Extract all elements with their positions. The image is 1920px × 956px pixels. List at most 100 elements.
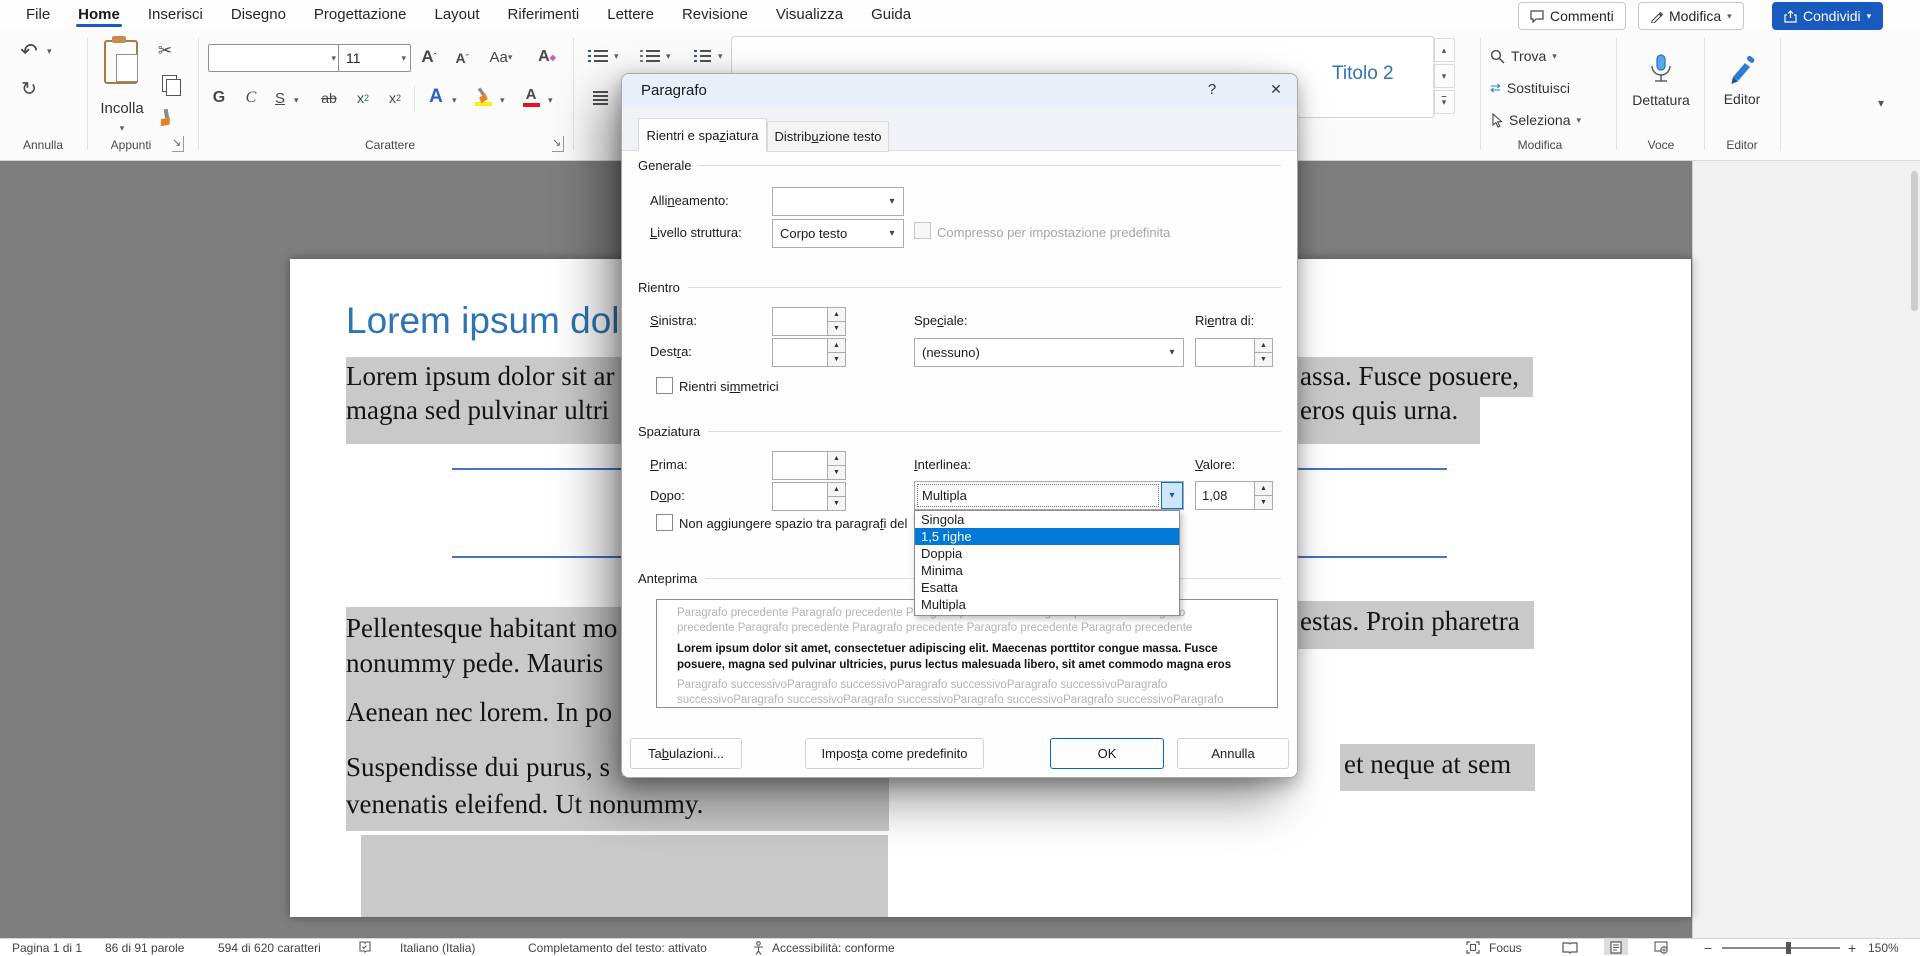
spacing-at-spinner[interactable]: 1,08 ▲▼ bbox=[1195, 481, 1273, 510]
option-esatta[interactable]: Esatta bbox=[915, 579, 1179, 596]
chevron-down-icon[interactable]: ▾ bbox=[500, 96, 505, 105]
edit-mode-button[interactable]: Modifica ▾ bbox=[1638, 2, 1744, 30]
justify-button[interactable] bbox=[588, 86, 612, 110]
text-effects-button[interactable]: A bbox=[422, 84, 450, 110]
chevron-down-icon[interactable]: ▾ bbox=[614, 52, 619, 61]
option-minima[interactable]: Minima bbox=[915, 562, 1179, 579]
dont-add-space-checkbox[interactable] bbox=[656, 514, 673, 531]
spacing-before-spinner[interactable]: ▲▼ bbox=[772, 451, 846, 480]
bullet-list-button[interactable] bbox=[586, 44, 610, 68]
zoom-level[interactable]: 150% bbox=[1868, 940, 1899, 956]
menu-progettazione[interactable]: Progettazione bbox=[300, 0, 421, 27]
spin-up-icon[interactable]: ▲ bbox=[828, 483, 845, 497]
chevron-down-icon[interactable]: ▾ bbox=[881, 220, 903, 247]
format-painter-button[interactable] bbox=[154, 106, 180, 128]
subscript-button[interactable]: x2 bbox=[350, 86, 376, 110]
editor-button[interactable]: Editor bbox=[1712, 38, 1772, 124]
proofing-icon[interactable] bbox=[358, 941, 372, 954]
menu-home[interactable]: Home bbox=[64, 0, 134, 27]
underline-button[interactable]: S bbox=[268, 86, 292, 110]
chevron-down-icon[interactable]: ▾ bbox=[452, 96, 457, 105]
spin-down-icon[interactable]: ▼ bbox=[828, 466, 845, 479]
tab-rientri-e-spaziatura[interactable]: Rientri e spaziatura bbox=[638, 118, 767, 152]
superscript-button[interactable]: x2 bbox=[382, 86, 408, 110]
menu-revisione[interactable]: Revisione bbox=[668, 0, 762, 27]
change-case-button[interactable]: Aa▾ bbox=[482, 44, 520, 70]
italic-button[interactable]: C bbox=[238, 86, 264, 110]
indent-right-spinner[interactable]: ▲▼ bbox=[772, 338, 846, 367]
mirror-indents-checkbox[interactable] bbox=[656, 377, 673, 394]
indent-special-combobox[interactable]: (nessuno) ▾ bbox=[914, 338, 1184, 367]
menu-visualizza[interactable]: Visualizza bbox=[762, 0, 857, 27]
tab-distribuzione-testo[interactable]: Distribuzione testo bbox=[767, 121, 889, 152]
menu-layout[interactable]: Layout bbox=[421, 0, 494, 27]
option-multipla[interactable]: Multipla bbox=[915, 596, 1179, 613]
strikethrough-button[interactable]: ab bbox=[314, 86, 344, 110]
clipboard-dialog-launcher-icon[interactable]: ↘ bbox=[172, 136, 184, 152]
spin-down-icon[interactable]: ▼ bbox=[1255, 353, 1272, 366]
web-layout-button[interactable] bbox=[1654, 941, 1668, 954]
redo-button[interactable]: ↻ bbox=[14, 76, 44, 102]
chevron-down-icon[interactable]: ▾ bbox=[881, 188, 903, 215]
indent-by-spinner[interactable]: ▲▼ bbox=[1195, 338, 1273, 367]
word-count[interactable]: 86 di 91 parole bbox=[105, 940, 184, 956]
comments-button[interactable]: Commenti bbox=[1518, 2, 1626, 30]
spacing-after-spinner[interactable]: ▲▼ bbox=[772, 482, 846, 511]
chevron-down-icon[interactable]: ▾ bbox=[1161, 482, 1183, 509]
tabs-button[interactable]: Tabulazioni... bbox=[630, 738, 742, 769]
language-indicator[interactable]: Italiano (Italia) bbox=[400, 940, 475, 956]
spin-down-icon[interactable]: ▼ bbox=[828, 497, 845, 510]
select-button[interactable]: Seleziona ▾ bbox=[1490, 108, 1610, 132]
indent-left-spinner[interactable]: ▲▼ bbox=[772, 307, 846, 336]
help-button[interactable]: ? bbox=[1200, 81, 1224, 98]
clear-formatting-button[interactable]: A◆ bbox=[532, 44, 562, 70]
vertical-scrollbar[interactable] bbox=[1911, 171, 1918, 311]
zoom-in-button[interactable]: + bbox=[1848, 940, 1856, 956]
bold-button[interactable]: G bbox=[206, 86, 232, 110]
multilevel-list-button[interactable] bbox=[690, 44, 714, 68]
menu-guida[interactable]: Guida bbox=[857, 0, 925, 27]
dictate-button[interactable]: Dettatura bbox=[1626, 38, 1696, 124]
menu-lettere[interactable]: Lettere bbox=[593, 0, 668, 27]
read-mode-button[interactable] bbox=[1562, 941, 1578, 954]
spin-up-icon[interactable]: ▲ bbox=[828, 452, 845, 466]
font-color-button[interactable]: A bbox=[518, 82, 544, 110]
option-doppia[interactable]: Doppia bbox=[915, 545, 1179, 562]
spin-down-icon[interactable]: ▼ bbox=[828, 353, 845, 366]
cancel-button[interactable]: Annulla bbox=[1177, 738, 1289, 769]
zoom-slider-thumb[interactable] bbox=[1786, 942, 1791, 954]
font-size-combobox[interactable]: 11 ▾ bbox=[338, 44, 411, 72]
text-completion-indicator[interactable]: Completamento del testo: attivato bbox=[528, 940, 707, 956]
char-count[interactable]: 594 di 620 caratteri bbox=[218, 940, 321, 956]
styles-more-button[interactable]: ▾ bbox=[1433, 90, 1455, 114]
print-layout-button[interactable] bbox=[1604, 939, 1628, 955]
alignment-combobox[interactable]: ▾ bbox=[772, 187, 904, 216]
shrink-font-button[interactable]: Aˇ bbox=[448, 46, 476, 70]
option-singola[interactable]: Singola bbox=[915, 511, 1179, 528]
numbered-list-button[interactable] bbox=[638, 44, 662, 68]
menu-inserisci[interactable]: Inserisci bbox=[134, 0, 217, 27]
zoom-out-button[interactable]: − bbox=[1704, 940, 1712, 956]
option-1-5-righe[interactable]: 1,5 righe bbox=[915, 528, 1179, 545]
chevron-down-icon[interactable]: ▾ bbox=[666, 52, 671, 61]
chevron-down-icon[interactable]: ▾ bbox=[47, 47, 52, 56]
accessibility-status[interactable]: Accessibilità: conforme bbox=[772, 940, 895, 956]
menu-riferimenti[interactable]: Riferimenti bbox=[494, 0, 594, 27]
highlight-color-button[interactable] bbox=[470, 82, 496, 110]
find-button[interactable]: Trova ▾ bbox=[1490, 44, 1600, 68]
cut-button[interactable]: ✂ bbox=[152, 40, 178, 62]
spin-down-icon[interactable]: ▼ bbox=[1255, 496, 1272, 509]
zoom-slider-track[interactable] bbox=[1722, 947, 1840, 949]
chevron-down-icon[interactable]: ▾ bbox=[294, 96, 299, 105]
line-spacing-combobox[interactable]: Multipla ▾ bbox=[914, 481, 1184, 510]
menu-file[interactable]: File bbox=[12, 0, 64, 27]
close-icon[interactable]: ✕ bbox=[1262, 81, 1290, 98]
copy-button[interactable] bbox=[156, 72, 182, 94]
styles-scroll-up[interactable]: ▴ bbox=[1433, 38, 1455, 62]
font-dialog-launcher-icon[interactable]: ↘ bbox=[552, 136, 564, 152]
share-button[interactable]: Condividi ▾ bbox=[1772, 2, 1883, 30]
collapse-ribbon-chevron-icon[interactable]: ▾ bbox=[1878, 96, 1884, 110]
chevron-down-icon[interactable]: ▾ bbox=[718, 52, 723, 61]
dialog-title-bar[interactable]: Paragrafo ? ✕ bbox=[622, 74, 1297, 108]
replace-button[interactable]: ⇄ Sostituisci bbox=[1490, 76, 1610, 100]
